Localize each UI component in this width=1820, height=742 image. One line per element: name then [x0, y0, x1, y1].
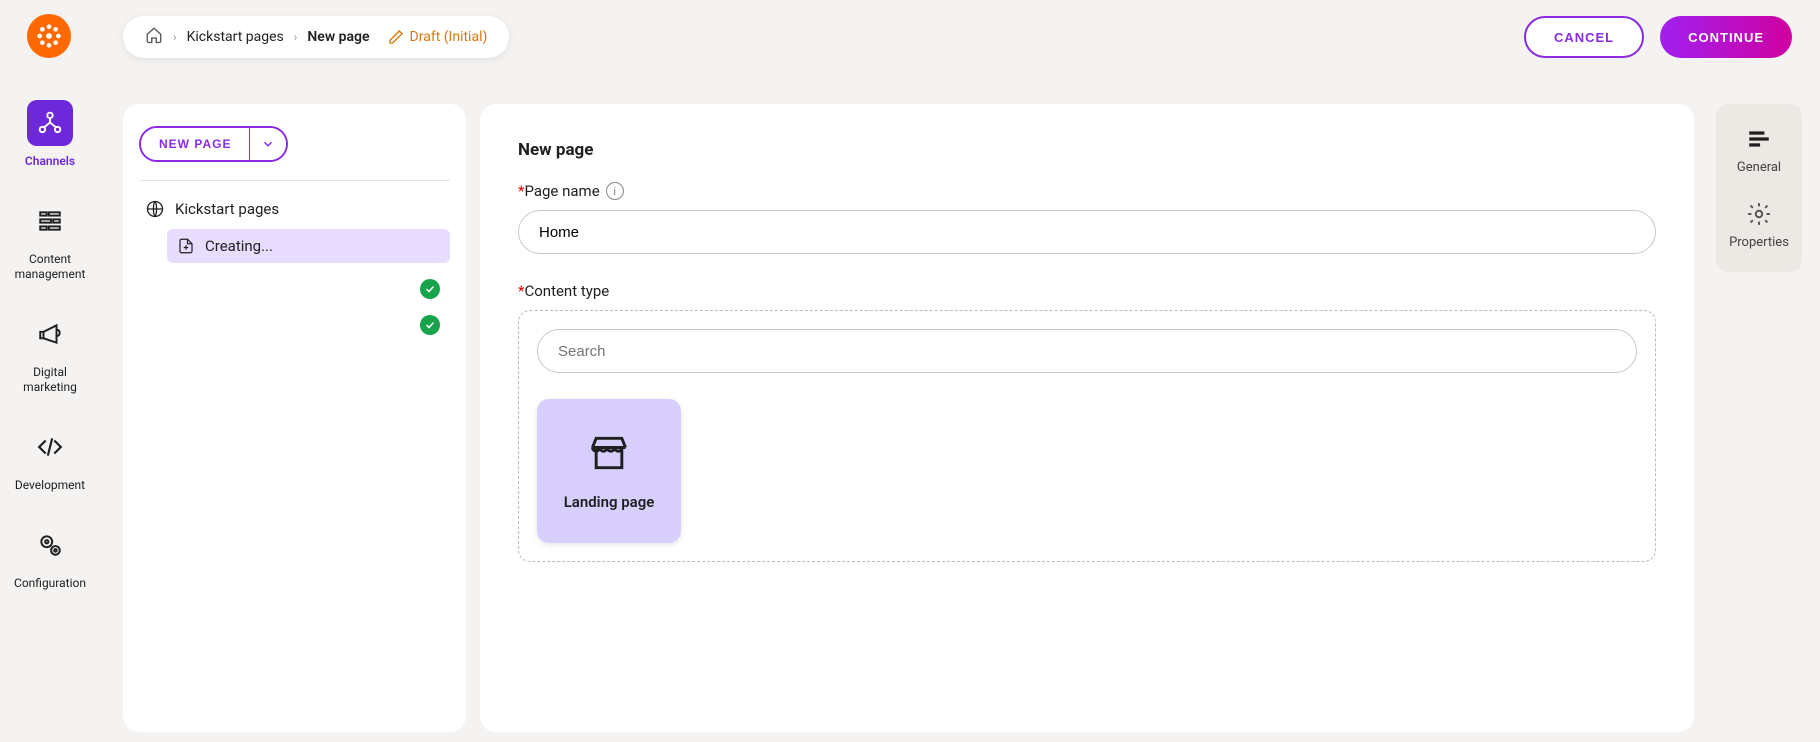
tile-label: Landing page	[564, 493, 655, 511]
right-tab-properties[interactable]: Properties	[1729, 201, 1789, 250]
nav-marketing[interactable]: Digital marketing	[5, 311, 95, 396]
search-input[interactable]	[537, 329, 1637, 373]
right-general-label: General	[1737, 160, 1781, 175]
status-check-1	[139, 279, 450, 299]
bars-icon	[1746, 126, 1772, 152]
globe-icon	[145, 199, 165, 219]
top-actions: CANCEL CONTINUE	[1524, 16, 1792, 58]
storefront-icon	[587, 431, 631, 475]
channels-icon	[27, 100, 73, 146]
nav-channels[interactable]: Channels	[25, 100, 75, 170]
nav-channels-label: Channels	[25, 154, 75, 170]
logo-icon	[35, 22, 63, 50]
check-icon	[420, 315, 440, 335]
tree-root-label: Kickstart pages	[175, 200, 279, 218]
content-type-container: Landing page	[518, 310, 1656, 562]
check-icon	[420, 279, 440, 299]
breadcrumb-current: New page	[307, 29, 369, 45]
new-page-button[interactable]: NEW PAGE	[141, 128, 250, 160]
app-logo[interactable]	[27, 14, 71, 58]
chevron-right-icon: ›	[173, 30, 177, 44]
nav-configuration-label: Configuration	[14, 576, 86, 592]
breadcrumb-root[interactable]: Kickstart pages	[187, 29, 284, 45]
left-nav: Channels Content management Digital mark…	[0, 100, 100, 591]
chevron-right-icon: ›	[294, 30, 298, 44]
draft-badge: Draft (Initial)	[388, 29, 488, 45]
info-icon[interactable]: i	[606, 182, 624, 200]
tree-child-label: Creating...	[205, 237, 273, 255]
page-add-icon	[177, 237, 195, 255]
content-type-tile-landing[interactable]: Landing page	[537, 399, 681, 543]
gear-icon	[1746, 201, 1772, 227]
cancel-button[interactable]: CANCEL	[1524, 16, 1644, 58]
nav-configuration[interactable]: Configuration	[14, 522, 86, 592]
page-name-label: *Page name i	[518, 182, 1656, 200]
right-tab-general[interactable]: General	[1737, 126, 1781, 175]
development-icon	[27, 424, 73, 470]
new-page-dropdown[interactable]	[250, 128, 286, 160]
continue-button[interactable]: CONTINUE	[1660, 16, 1792, 58]
right-properties-label: Properties	[1729, 235, 1789, 250]
tree-root-item[interactable]: Kickstart pages	[139, 195, 450, 223]
chevron-down-icon	[261, 137, 275, 151]
content-icon	[27, 198, 73, 244]
nav-content-label: Content management	[5, 252, 95, 283]
right-panel: General Properties	[1716, 104, 1802, 272]
draft-label: Draft (Initial)	[410, 29, 488, 45]
divider	[139, 180, 450, 181]
page-name-input[interactable]	[518, 210, 1656, 254]
nav-development[interactable]: Development	[15, 424, 85, 494]
tree-child-creating[interactable]: Creating...	[167, 229, 450, 263]
nav-content[interactable]: Content management	[5, 198, 95, 283]
tree-panel: NEW PAGE Kickstart pages Creating...	[123, 104, 466, 732]
main-panel: New page *Page name i *Content type Land…	[480, 104, 1694, 732]
home-icon[interactable]	[145, 26, 163, 48]
new-page-button-group: NEW PAGE	[139, 126, 288, 162]
nav-development-label: Development	[15, 478, 85, 494]
pencil-icon	[388, 29, 404, 45]
page-title: New page	[518, 140, 1656, 160]
breadcrumb: › Kickstart pages › New page Draft (Init…	[123, 16, 509, 58]
configuration-icon	[27, 522, 73, 568]
nav-marketing-label: Digital marketing	[5, 365, 95, 396]
content-type-label: *Content type	[518, 282, 1656, 300]
status-check-2	[139, 315, 450, 335]
marketing-icon	[27, 311, 73, 357]
